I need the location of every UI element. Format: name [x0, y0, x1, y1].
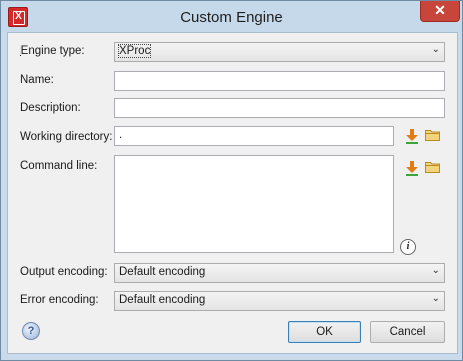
- error-encoding-select[interactable]: Default encoding ⌄: [114, 291, 445, 311]
- working-directory-label: Working directory:: [20, 131, 113, 143]
- title-bar: X Custom Engine ✕: [1, 1, 462, 32]
- engine-type-label-text: Engine type:: [20, 45, 85, 57]
- chevron-down-icon: ⌄: [431, 293, 440, 304]
- help-icon[interactable]: ?: [22, 322, 40, 340]
- browse-directory-button[interactable]: [425, 129, 441, 145]
- download-arrow-icon: [406, 161, 418, 176]
- error-encoding-value: Default encoding: [119, 294, 206, 306]
- close-icon: ✕: [434, 2, 446, 18]
- chevron-down-icon: ⌄: [431, 265, 440, 276]
- dialog-title: Custom Engine: [180, 9, 283, 26]
- cancel-button[interactable]: Cancel: [370, 321, 445, 343]
- folder-icon: [425, 162, 440, 173]
- insert-variables-button-2[interactable]: [404, 160, 420, 176]
- output-encoding-value: Default encoding: [119, 266, 206, 278]
- browse-command-button[interactable]: [425, 161, 441, 177]
- engine-type-label: EEngine type:: [20, 45, 85, 57]
- name-label: Name:: [20, 74, 54, 86]
- ok-button[interactable]: OK: [288, 321, 361, 343]
- description-field[interactable]: [114, 98, 445, 118]
- description-label: Description:: [20, 102, 81, 114]
- folder-icon: [425, 130, 440, 141]
- download-arrow-icon: [406, 129, 418, 144]
- custom-engine-dialog: X Custom Engine ✕ EEngine type: XProc ⌄ …: [0, 0, 463, 361]
- command-line-textarea[interactable]: [114, 155, 394, 253]
- insert-variables-button[interactable]: [404, 128, 420, 144]
- output-encoding-label: Output encoding:: [20, 266, 108, 278]
- dialog-body: EEngine type: XProc ⌄ Name: Description:…: [7, 32, 458, 354]
- chevron-down-icon: ⌄: [431, 44, 440, 55]
- engine-type-select[interactable]: XProc ⌄: [114, 42, 445, 62]
- info-icon[interactable]: i: [400, 239, 416, 255]
- command-line-label: Command line:: [20, 160, 98, 172]
- error-encoding-label: Error encoding:: [20, 294, 99, 306]
- working-directory-field[interactable]: .: [114, 126, 394, 146]
- output-encoding-select[interactable]: Default encoding ⌄: [114, 263, 445, 283]
- name-field[interactable]: [114, 71, 445, 91]
- engine-type-value: XProc: [117, 44, 152, 58]
- close-button[interactable]: ✕: [420, 1, 460, 22]
